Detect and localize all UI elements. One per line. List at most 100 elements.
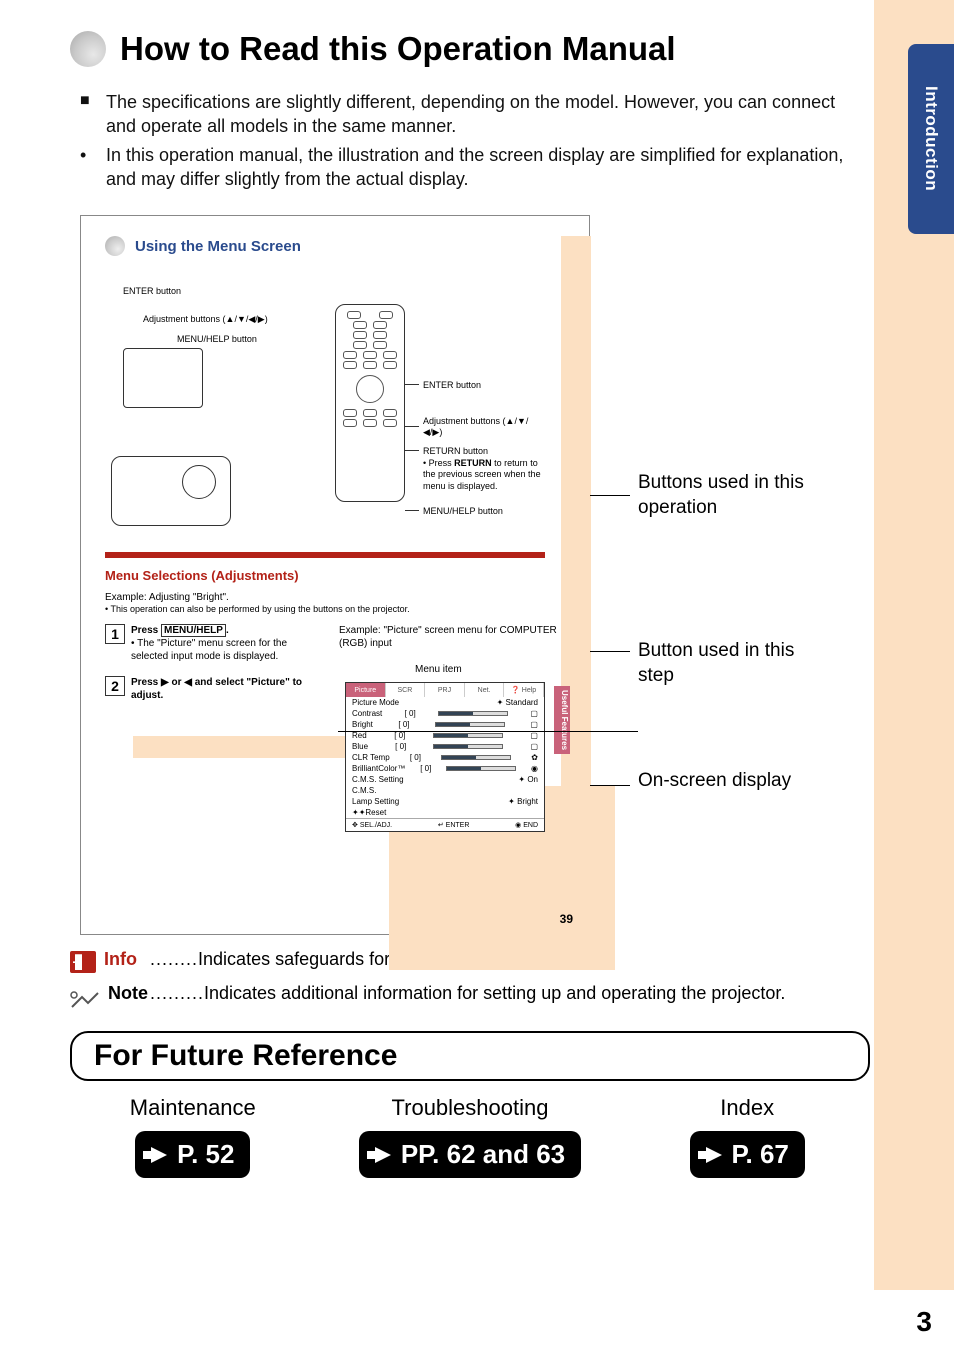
osd-tabs: Picture SCR PRJ Net. ❓ Help bbox=[346, 683, 544, 697]
note-row: Note.........Indicates additional inform… bbox=[70, 983, 870, 1011]
page-reference-badge: P. 67 bbox=[690, 1131, 805, 1178]
adjustment-buttons-label: Adjustment buttons (▲/▼/◀/▶) bbox=[143, 314, 268, 325]
callout-return-desc: • Press RETURN to return to the previous… bbox=[423, 458, 541, 492]
example-description-2: • This operation can also be performed b… bbox=[105, 604, 410, 614]
osd-row-label: Reset bbox=[365, 808, 386, 817]
info-label: Info bbox=[104, 949, 137, 969]
section-subtitle: Menu Selections (Adjustments) bbox=[105, 568, 299, 583]
annotation-line bbox=[590, 495, 630, 496]
note-text-wrap: Note.........Indicates additional inform… bbox=[108, 983, 870, 1004]
intro-list: ■ The specifications are slightly differ… bbox=[80, 90, 870, 191]
osd-row-label: Contrast bbox=[352, 709, 382, 718]
osd-row-label: Blue bbox=[352, 742, 368, 751]
step-row: 1 Press MENU/HELP. • The "Picture" menu … bbox=[105, 624, 311, 663]
callout-adjust: Adjustment buttons (▲/▼/◀/▶) bbox=[423, 416, 533, 439]
example-description-1: Example: Adjusting "Bright". bbox=[105, 592, 229, 603]
annotation-step: Button used in this step bbox=[638, 639, 818, 688]
osd-row: C.M.S. Setting✦ On bbox=[346, 774, 544, 785]
page-ref-text: P. 52 bbox=[177, 1139, 234, 1170]
annotation-buttons: Buttons used in this operation bbox=[638, 471, 818, 520]
section-divider-bar bbox=[105, 552, 545, 558]
page-content: How to Read this Operation Manual ■ The … bbox=[70, 30, 870, 1178]
step-text: Press ▶ or ◀ and select "Picture" to adj… bbox=[131, 676, 311, 702]
section-tab-label: Introduction bbox=[921, 86, 941, 191]
note-text: Indicates additional information for set… bbox=[204, 983, 785, 1003]
callout-enter: ENTER button bbox=[423, 380, 481, 391]
reference-label: Index bbox=[628, 1095, 866, 1121]
osd-tab: Picture bbox=[346, 683, 386, 697]
highlight-step bbox=[133, 736, 353, 758]
callout-line bbox=[405, 426, 419, 427]
page-ref-text: PP. 62 and 63 bbox=[401, 1139, 565, 1170]
dots: ......... bbox=[150, 983, 204, 1003]
enter-button-label: ENTER button bbox=[123, 286, 181, 296]
note-label: Note bbox=[108, 983, 148, 1003]
osd-row-label: Red bbox=[352, 731, 367, 740]
step-row: 2 Press ▶ or ◀ and select "Picture" to a… bbox=[105, 676, 311, 702]
section-tab: Introduction bbox=[908, 44, 954, 234]
osd-row: Lamp Setting✦ Bright bbox=[346, 796, 544, 807]
reference-row: Maintenance P. 52 Troubleshooting PP. 62… bbox=[70, 1095, 870, 1178]
intro-item: ■ The specifications are slightly differ… bbox=[80, 90, 870, 139]
page-number: 3 bbox=[916, 1306, 932, 1338]
osd-tab: Net. bbox=[465, 683, 505, 697]
osd-row-label: Bright bbox=[352, 720, 373, 729]
future-reference-heading: For Future Reference bbox=[94, 1039, 846, 1073]
menu-help-label: MENU/HELP button bbox=[177, 334, 257, 344]
dots: ........ bbox=[150, 949, 198, 969]
reference-col: Troubleshooting PP. 62 and 63 bbox=[351, 1095, 589, 1178]
reference-col: Maintenance P. 52 bbox=[74, 1095, 312, 1178]
annotation-line bbox=[338, 731, 638, 732]
small-bullet-icon bbox=[105, 236, 125, 256]
osd-row-label: C.M.S. bbox=[352, 786, 376, 795]
osd-row: ✦✦Reset bbox=[346, 807, 544, 818]
osd-row-value: Standard bbox=[506, 698, 538, 707]
dot-bullet-icon: • bbox=[80, 143, 106, 192]
osd-row: BrilliantColor™[ 0]◉ bbox=[346, 763, 544, 774]
osd-row-value: Bright bbox=[517, 797, 538, 806]
info-icon bbox=[70, 951, 96, 973]
square-bullet-icon: ■ bbox=[80, 90, 106, 139]
menu-item-label: Menu item bbox=[415, 664, 462, 675]
annotation-line bbox=[590, 785, 630, 786]
page-reference-badge: P. 52 bbox=[135, 1131, 250, 1178]
example-heading: Using the Menu Screen bbox=[135, 238, 301, 255]
callout-line bbox=[405, 384, 419, 385]
osd-tab: ❓ Help bbox=[504, 683, 544, 697]
sample-side-tab: Useful Features bbox=[554, 686, 570, 754]
osd-row-label: CLR Temp bbox=[352, 753, 390, 762]
example-page-box: Using the Menu Screen ENTER button Adjus… bbox=[80, 215, 590, 935]
step-number: 2 bbox=[105, 676, 125, 696]
page-title: How to Read this Operation Manual bbox=[120, 30, 676, 68]
step-text: Press MENU/HELP. • The "Picture" menu sc… bbox=[131, 624, 311, 663]
title-row: How to Read this Operation Manual bbox=[70, 30, 870, 68]
intro-text: In this operation manual, the illustrati… bbox=[106, 143, 870, 192]
annotation-line bbox=[338, 731, 339, 732]
example-wrap: Using the Menu Screen ENTER button Adjus… bbox=[70, 215, 870, 935]
future-reference-box: For Future Reference bbox=[70, 1031, 870, 1081]
page-ref-text: P. 67 bbox=[732, 1139, 789, 1170]
osd-tab: PRJ bbox=[425, 683, 465, 697]
annotation-line bbox=[590, 651, 630, 652]
reference-label: Maintenance bbox=[74, 1095, 312, 1121]
remote-control-icon bbox=[335, 304, 405, 502]
osd-row: Bright[ 0]▢ bbox=[346, 719, 544, 730]
arrow-right-icon bbox=[151, 1147, 167, 1163]
osd-screen: Picture SCR PRJ Net. ❓ Help Picture Mode… bbox=[345, 682, 545, 832]
osd-row-label: Lamp Setting bbox=[352, 797, 399, 806]
osd-row: C.M.S. bbox=[346, 785, 544, 796]
projector-body-icon bbox=[111, 456, 231, 526]
osd-tab: SCR bbox=[386, 683, 426, 697]
osd-row: CLR Temp[ 0]✿ bbox=[346, 752, 544, 763]
osd-row: Picture Mode ✦ Standard bbox=[346, 697, 544, 708]
example-page-number: 39 bbox=[560, 912, 573, 926]
reference-col: Index P. 67 bbox=[628, 1095, 866, 1178]
projector-panel-icon bbox=[123, 348, 203, 408]
callout-menuhelp: MENU/HELP button bbox=[423, 506, 503, 517]
osd-footer: ✥ SEL./ADJ. ↵ ENTER ◉ END bbox=[346, 818, 544, 831]
osd-row-label: BrilliantColor™ bbox=[352, 764, 405, 773]
osd-row-label: Picture Mode bbox=[352, 698, 399, 707]
osd-row: Contrast[ 0]▢ bbox=[346, 708, 544, 719]
intro-text: The specifications are slightly differen… bbox=[106, 90, 870, 139]
example-body: ENTER button Adjustment buttons (▲/▼/◀/▶… bbox=[105, 286, 573, 926]
